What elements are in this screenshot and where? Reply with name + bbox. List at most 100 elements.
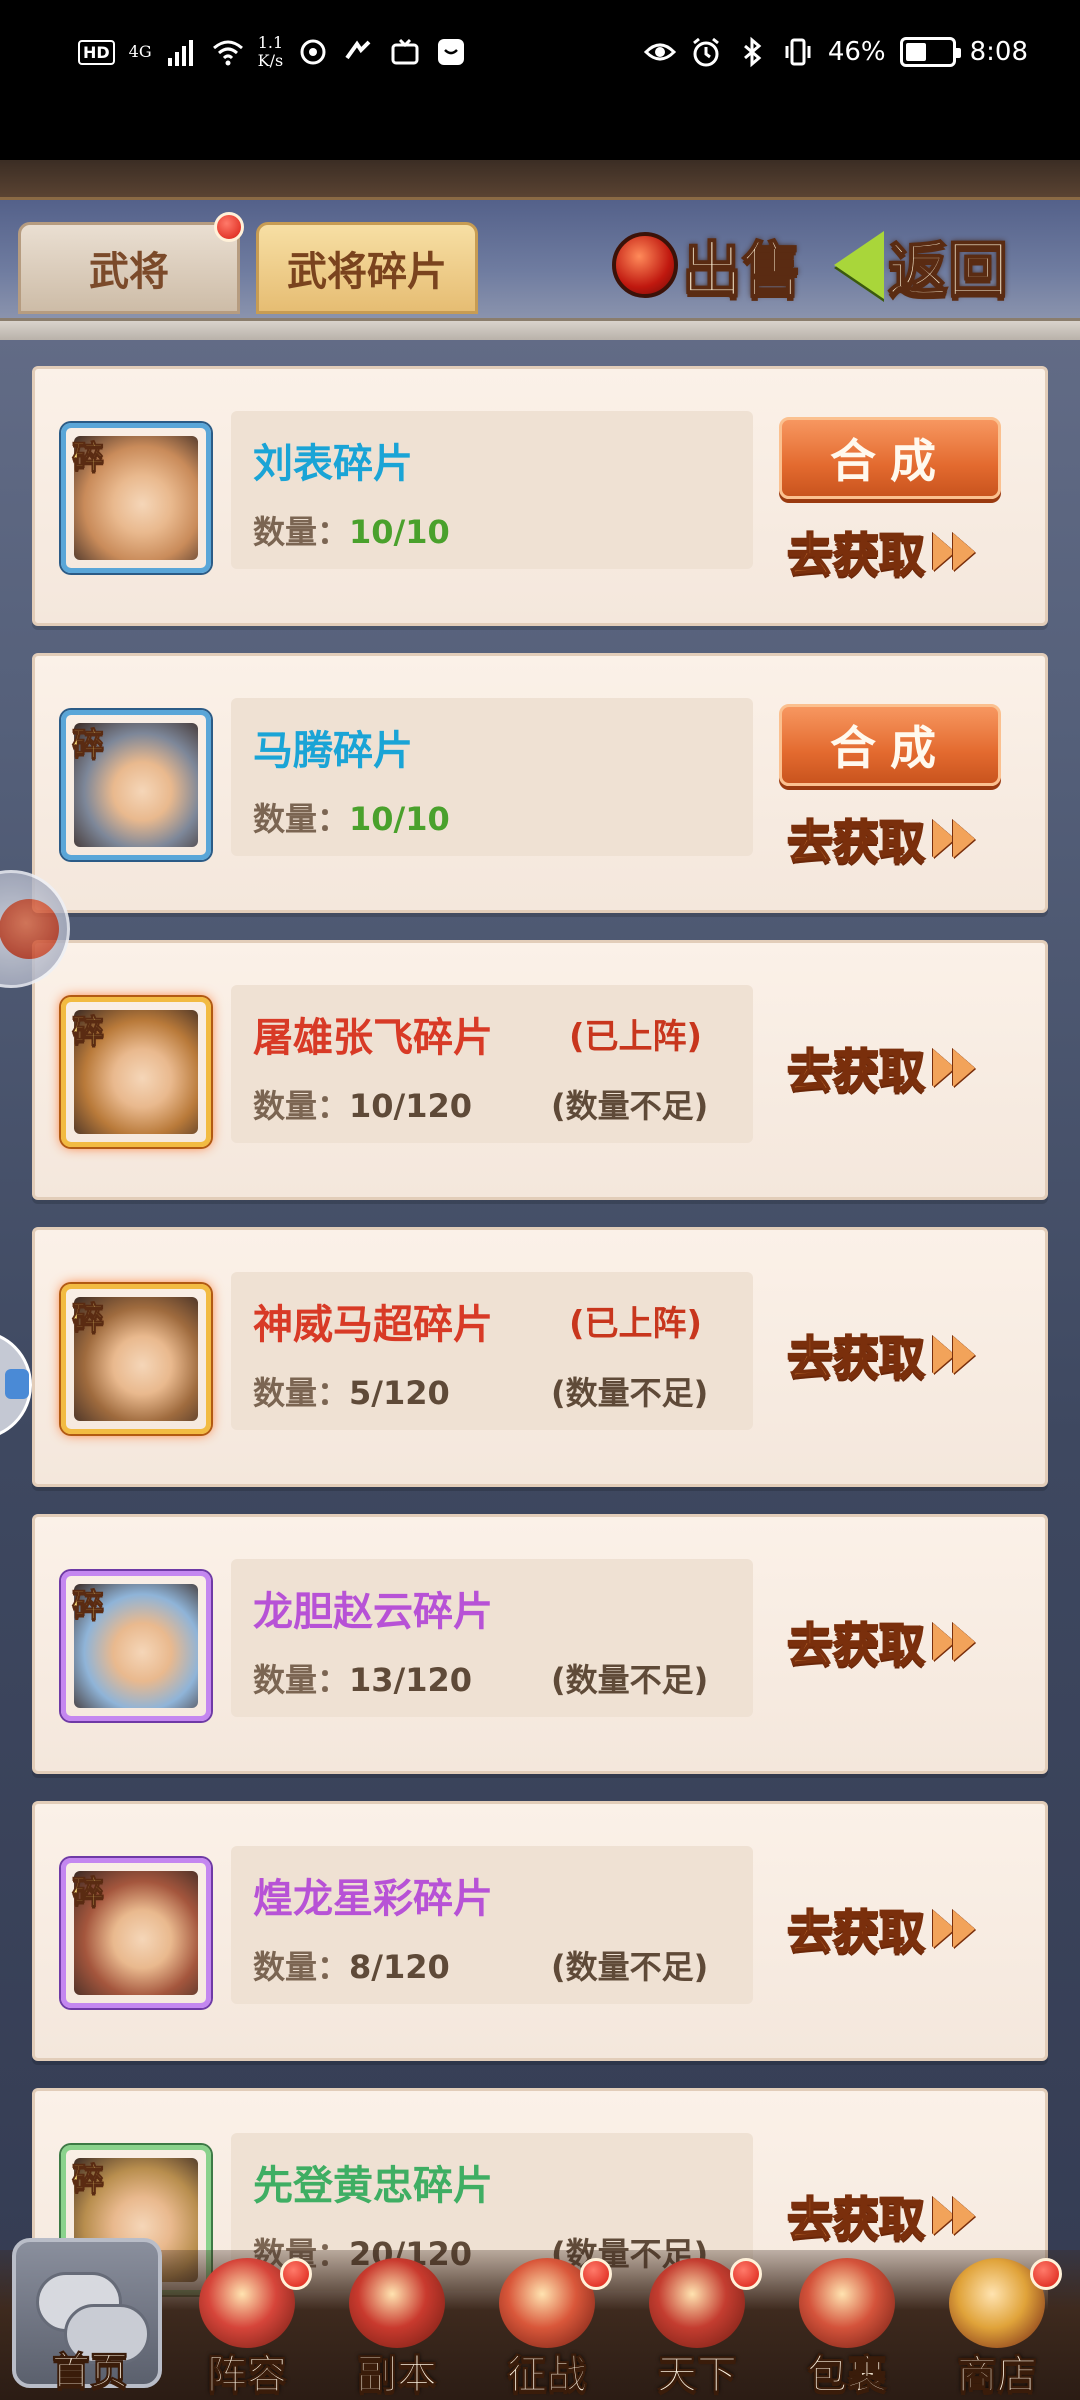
obtain-button[interactable]: 去获取 bbox=[786, 804, 1007, 874]
double-chevron-right-icon bbox=[931, 1330, 981, 1380]
fragment-info: 刘表碎片数量：10/10 bbox=[231, 411, 753, 569]
insufficient-note: (数量不足) bbox=[551, 1948, 709, 1986]
double-chevron-right-icon bbox=[931, 1904, 981, 1954]
quantity-row: 数量：8/120 bbox=[253, 1942, 450, 1988]
nav-item-bag[interactable]: 包裹 bbox=[772, 2258, 922, 2400]
quantity-row: 数量：10/10 bbox=[253, 794, 450, 840]
alarm-icon bbox=[692, 37, 719, 67]
compose-button[interactable]: 合成 bbox=[779, 704, 1001, 786]
fragment-tag: 碎 bbox=[71, 1299, 105, 1338]
quantity-value: 10/10 bbox=[349, 800, 450, 838]
nav-item-lineup[interactable]: 阵容 bbox=[172, 2258, 322, 2400]
quantity-value: 10/120 bbox=[349, 1087, 473, 1125]
quantity-value: 13/120 bbox=[349, 1661, 473, 1699]
quantity-row: 数量：10/10 bbox=[253, 507, 450, 553]
obtain-button[interactable]: 去获取 bbox=[786, 1607, 1007, 1677]
cell-signal-icon bbox=[167, 40, 193, 66]
hero-portrait[interactable]: 碎 bbox=[61, 1571, 211, 1721]
fragment-info: 马腾碎片数量：10/10 bbox=[231, 698, 753, 856]
floating-chat-icon[interactable] bbox=[0, 1330, 32, 1440]
status-left: HD 4G 1.1 K/s bbox=[78, 34, 467, 70]
ruby-icon bbox=[612, 232, 678, 298]
clock: 8:08 bbox=[969, 37, 1028, 67]
obtain-button[interactable]: 去获取 bbox=[786, 517, 1007, 587]
obtain-button[interactable]: 去获取 bbox=[786, 2181, 1007, 2251]
event-emblem-icon bbox=[0, 899, 59, 959]
obtain-button[interactable]: 去获取 bbox=[786, 1894, 1007, 1964]
double-chevron-right-icon bbox=[931, 2191, 981, 2241]
tab-generals[interactable]: 武将 bbox=[18, 222, 240, 314]
hd-indicator: HD bbox=[78, 39, 115, 65]
quantity-label: 数量： bbox=[253, 1374, 350, 1412]
nav-item-dungeon[interactable]: 副本 bbox=[322, 2258, 472, 2400]
notification-badge bbox=[280, 2258, 312, 2290]
net-speed-value: 1.1 bbox=[257, 33, 284, 52]
fragment-card: 碎 煌龙星彩碎片 数量：8/120 (数量不足) 去获取 bbox=[32, 1801, 1048, 2061]
fragment-name: 先登黄忠碎片 bbox=[253, 2162, 493, 2209]
back-button[interactable]: 返回 bbox=[834, 220, 1009, 310]
insufficient-note: (数量不足) bbox=[551, 1661, 709, 1699]
fragment-name: 马腾碎片 bbox=[253, 727, 413, 774]
deployed-tag: (已上阵) bbox=[569, 1304, 703, 1344]
fragment-tag: 碎 bbox=[71, 1586, 105, 1625]
top-resource-strip bbox=[0, 160, 1080, 200]
obtain-button[interactable]: 去获取 bbox=[786, 1033, 1007, 1103]
quantity-value: 5/120 bbox=[349, 1374, 450, 1412]
obtain-label: 去获取 bbox=[786, 814, 926, 870]
hero-portrait[interactable]: 碎 bbox=[61, 1858, 211, 2008]
fragment-tag: 碎 bbox=[71, 2160, 105, 2199]
nav-home-label: 首页 bbox=[51, 2348, 129, 2394]
quantity-label: 数量： bbox=[253, 1661, 350, 1699]
double-chevron-right-icon bbox=[931, 1043, 981, 1093]
fragment-name: 刘表碎片 bbox=[253, 440, 413, 487]
net-speed-unit: K/s bbox=[257, 51, 284, 70]
fragment-name: 神威马超碎片 bbox=[253, 1301, 493, 1348]
nav-item-campaign[interactable]: 征战 bbox=[472, 2258, 622, 2400]
obtain-label: 去获取 bbox=[786, 1617, 926, 1673]
fragment-tag: 碎 bbox=[71, 1873, 105, 1912]
header: 武将 武将碎片 出售 返回 bbox=[0, 200, 1080, 318]
back-label: 返回 bbox=[887, 235, 1009, 307]
fragment-name: 屠雄张飞碎片 bbox=[253, 1014, 493, 1061]
compose-button[interactable]: 合成 bbox=[779, 417, 1001, 499]
sell-button[interactable]: 出售 bbox=[612, 220, 803, 310]
sell-label: 出售 bbox=[681, 235, 803, 307]
quantity-label: 数量： bbox=[253, 1087, 350, 1125]
double-chevron-right-icon bbox=[931, 1617, 981, 1667]
message-icon bbox=[438, 39, 465, 65]
nav-item-world[interactable]: 天下 bbox=[622, 2258, 772, 2400]
dungeon-icon bbox=[349, 2258, 445, 2348]
fragment-name: 龙胆赵云碎片 bbox=[253, 1588, 493, 1635]
obtain-button[interactable]: 去获取 bbox=[786, 1320, 1007, 1390]
hero-portrait[interactable]: 碎 bbox=[61, 997, 211, 1147]
battery-percent: 46% bbox=[827, 37, 886, 67]
deployed-tag: (已上阵) bbox=[569, 1017, 703, 1057]
fragment-tag: 碎 bbox=[71, 725, 105, 764]
hero-portrait[interactable]: 碎 bbox=[61, 710, 211, 860]
hero-portrait[interactable]: 碎 bbox=[61, 1284, 211, 1434]
quantity-label: 数量： bbox=[253, 1948, 350, 1986]
nav-label: 包裹 bbox=[807, 2351, 888, 2399]
nav-label: 天下 bbox=[657, 2351, 738, 2399]
eye-icon bbox=[643, 43, 676, 61]
obtain-label: 去获取 bbox=[786, 1330, 926, 1386]
obtain-label: 去获取 bbox=[786, 527, 926, 583]
fragment-card: 碎 刘表碎片数量：10/10 合成去获取 bbox=[32, 366, 1048, 626]
quantity-row: 数量：13/120 bbox=[253, 1655, 472, 1701]
status-right: 46% 8:08 bbox=[643, 36, 1028, 68]
quantity-label: 数量： bbox=[253, 513, 350, 551]
quantity-row: 数量：5/120 bbox=[253, 1368, 450, 1414]
obtain-label: 去获取 bbox=[786, 1904, 926, 1960]
wifi-icon bbox=[212, 40, 243, 66]
nav-label: 副本 bbox=[357, 2351, 438, 2399]
notification-badge bbox=[1030, 2258, 1062, 2290]
tab-general-fragments[interactable]: 武将碎片 bbox=[256, 222, 478, 314]
fragment-card: 碎 屠雄张飞碎片 (已上阵) 数量：10/120 (数量不足) 去获取 bbox=[32, 940, 1048, 1200]
fragment-tag: 碎 bbox=[71, 438, 105, 477]
nav-item-shop[interactable]: 商店 bbox=[922, 2258, 1072, 2400]
status-bar: HD 4G 1.1 K/s 46% 8:08 bbox=[0, 0, 1080, 160]
battery-icon bbox=[899, 37, 961, 67]
signal-type: 4G bbox=[128, 42, 152, 61]
hero-portrait[interactable]: 碎 bbox=[61, 423, 211, 573]
fragment-info: 煌龙星彩碎片 数量：8/120 (数量不足) bbox=[231, 1846, 753, 2004]
